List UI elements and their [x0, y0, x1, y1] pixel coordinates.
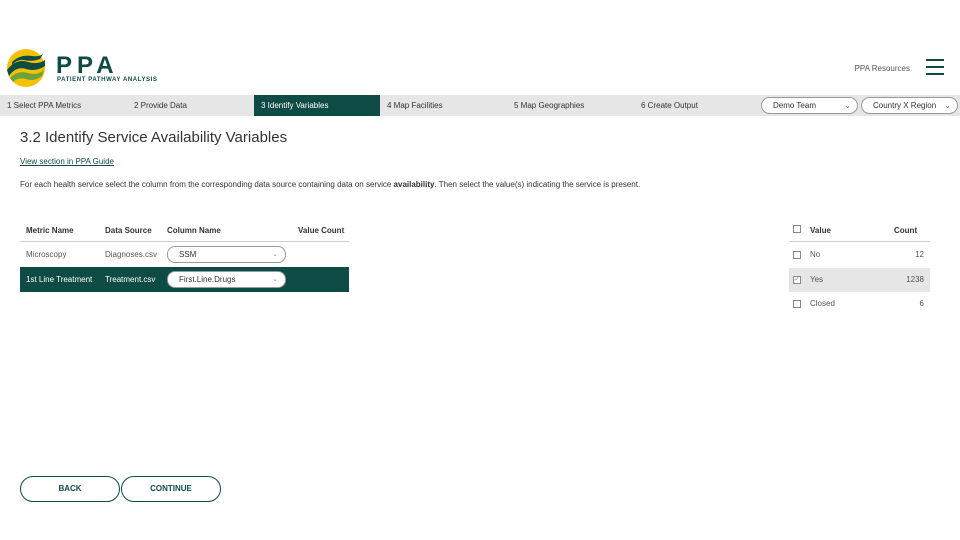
header-column-name: Column Name: [167, 226, 221, 235]
column-select[interactable]: SSM ⌄: [167, 246, 286, 263]
step-5-map-geographies[interactable]: 5 Map Geographies: [507, 95, 634, 116]
header-count: Count: [894, 226, 918, 235]
back-button[interactable]: BACK: [20, 476, 120, 502]
metric-name: 1st Line Treatment: [26, 275, 93, 284]
step-2-provide-data[interactable]: 2 Provide Data: [127, 95, 254, 116]
app-header: PPA PATIENT PATHWAY ANALYSIS PPA Resourc…: [0, 0, 960, 94]
step-navigation: 1 Select PPA Metrics 2 Provide Data 3 Id…: [0, 95, 960, 116]
instructions-text: For each health service select the colum…: [20, 180, 640, 189]
table-row[interactable]: 1st Line Treatment Treatment.csv First.L…: [20, 267, 349, 292]
chevron-down-icon: ⌄: [272, 251, 278, 258]
ppa-resources-link[interactable]: PPA Resources: [855, 64, 910, 73]
instructions-part: . Then select the value(s) indicating th…: [434, 180, 641, 189]
page-title: 3.2 Identify Service Availability Variab…: [20, 129, 288, 146]
chevron-down-icon: ⌄: [272, 276, 278, 283]
header-value-count: Value Count: [298, 226, 345, 235]
instructions-bold: availability: [393, 180, 435, 189]
value-count: 1238: [906, 275, 924, 284]
value-checkbox[interactable]: ✓: [793, 276, 801, 284]
team-select[interactable]: Demo Team ⌄: [761, 97, 858, 114]
data-source: Treatment.csv: [105, 275, 156, 284]
step-1-select-metrics[interactable]: 1 Select PPA Metrics: [0, 95, 127, 116]
column-select-value: First.Line.Drugs: [179, 275, 236, 284]
value-label: Closed: [810, 299, 835, 308]
value-checkbox[interactable]: [793, 251, 801, 259]
header-metric-name: Metric Name: [26, 226, 74, 235]
value-row[interactable]: No 12: [789, 243, 930, 267]
table-row[interactable]: Microscopy Diagnoses.csv SSM ⌄: [20, 242, 349, 267]
step-4-map-facilities[interactable]: 4 Map Facilities: [380, 95, 507, 116]
data-source: Diagnoses.csv: [105, 250, 158, 259]
value-row[interactable]: Closed 6: [789, 292, 930, 316]
header-value: Value: [810, 226, 831, 235]
chevron-down-icon: ⌄: [944, 101, 951, 110]
team-select-value: Demo Team: [773, 101, 816, 110]
step-6-create-output[interactable]: 6 Create Output: [634, 95, 758, 116]
chevron-down-icon: ⌄: [844, 101, 851, 110]
step-3-identify-variables[interactable]: 3 Identify Variables: [254, 95, 380, 116]
hamburger-icon[interactable]: [926, 59, 944, 75]
column-select[interactable]: First.Line.Drugs ⌄: [167, 271, 286, 288]
value-label: Yes: [810, 275, 824, 284]
select-all-checkbox[interactable]: [793, 225, 801, 233]
brand-title: PPA: [56, 52, 119, 79]
table-divider: [789, 241, 930, 242]
region-select-value: Country X Region: [873, 101, 937, 110]
value-label: No: [810, 250, 821, 259]
column-select-value: SSM: [179, 250, 197, 259]
brand-subtitle: PATIENT PATHWAY ANALYSIS: [57, 77, 158, 83]
region-select[interactable]: Country X Region ⌄: [861, 97, 958, 114]
value-count: 12: [915, 250, 924, 259]
header-data-source: Data Source: [105, 226, 152, 235]
ppa-logo-icon: [7, 49, 45, 87]
value-checkbox[interactable]: [793, 300, 801, 308]
instructions-part: For each health service select the colum…: [20, 180, 394, 189]
metric-name: Microscopy: [26, 250, 67, 259]
ppa-guide-link[interactable]: View section in PPA Guide: [20, 157, 114, 166]
continue-button[interactable]: CONTINUE: [121, 476, 221, 502]
value-row[interactable]: ✓ Yes 1238: [789, 268, 930, 292]
value-count: 6: [919, 299, 924, 308]
